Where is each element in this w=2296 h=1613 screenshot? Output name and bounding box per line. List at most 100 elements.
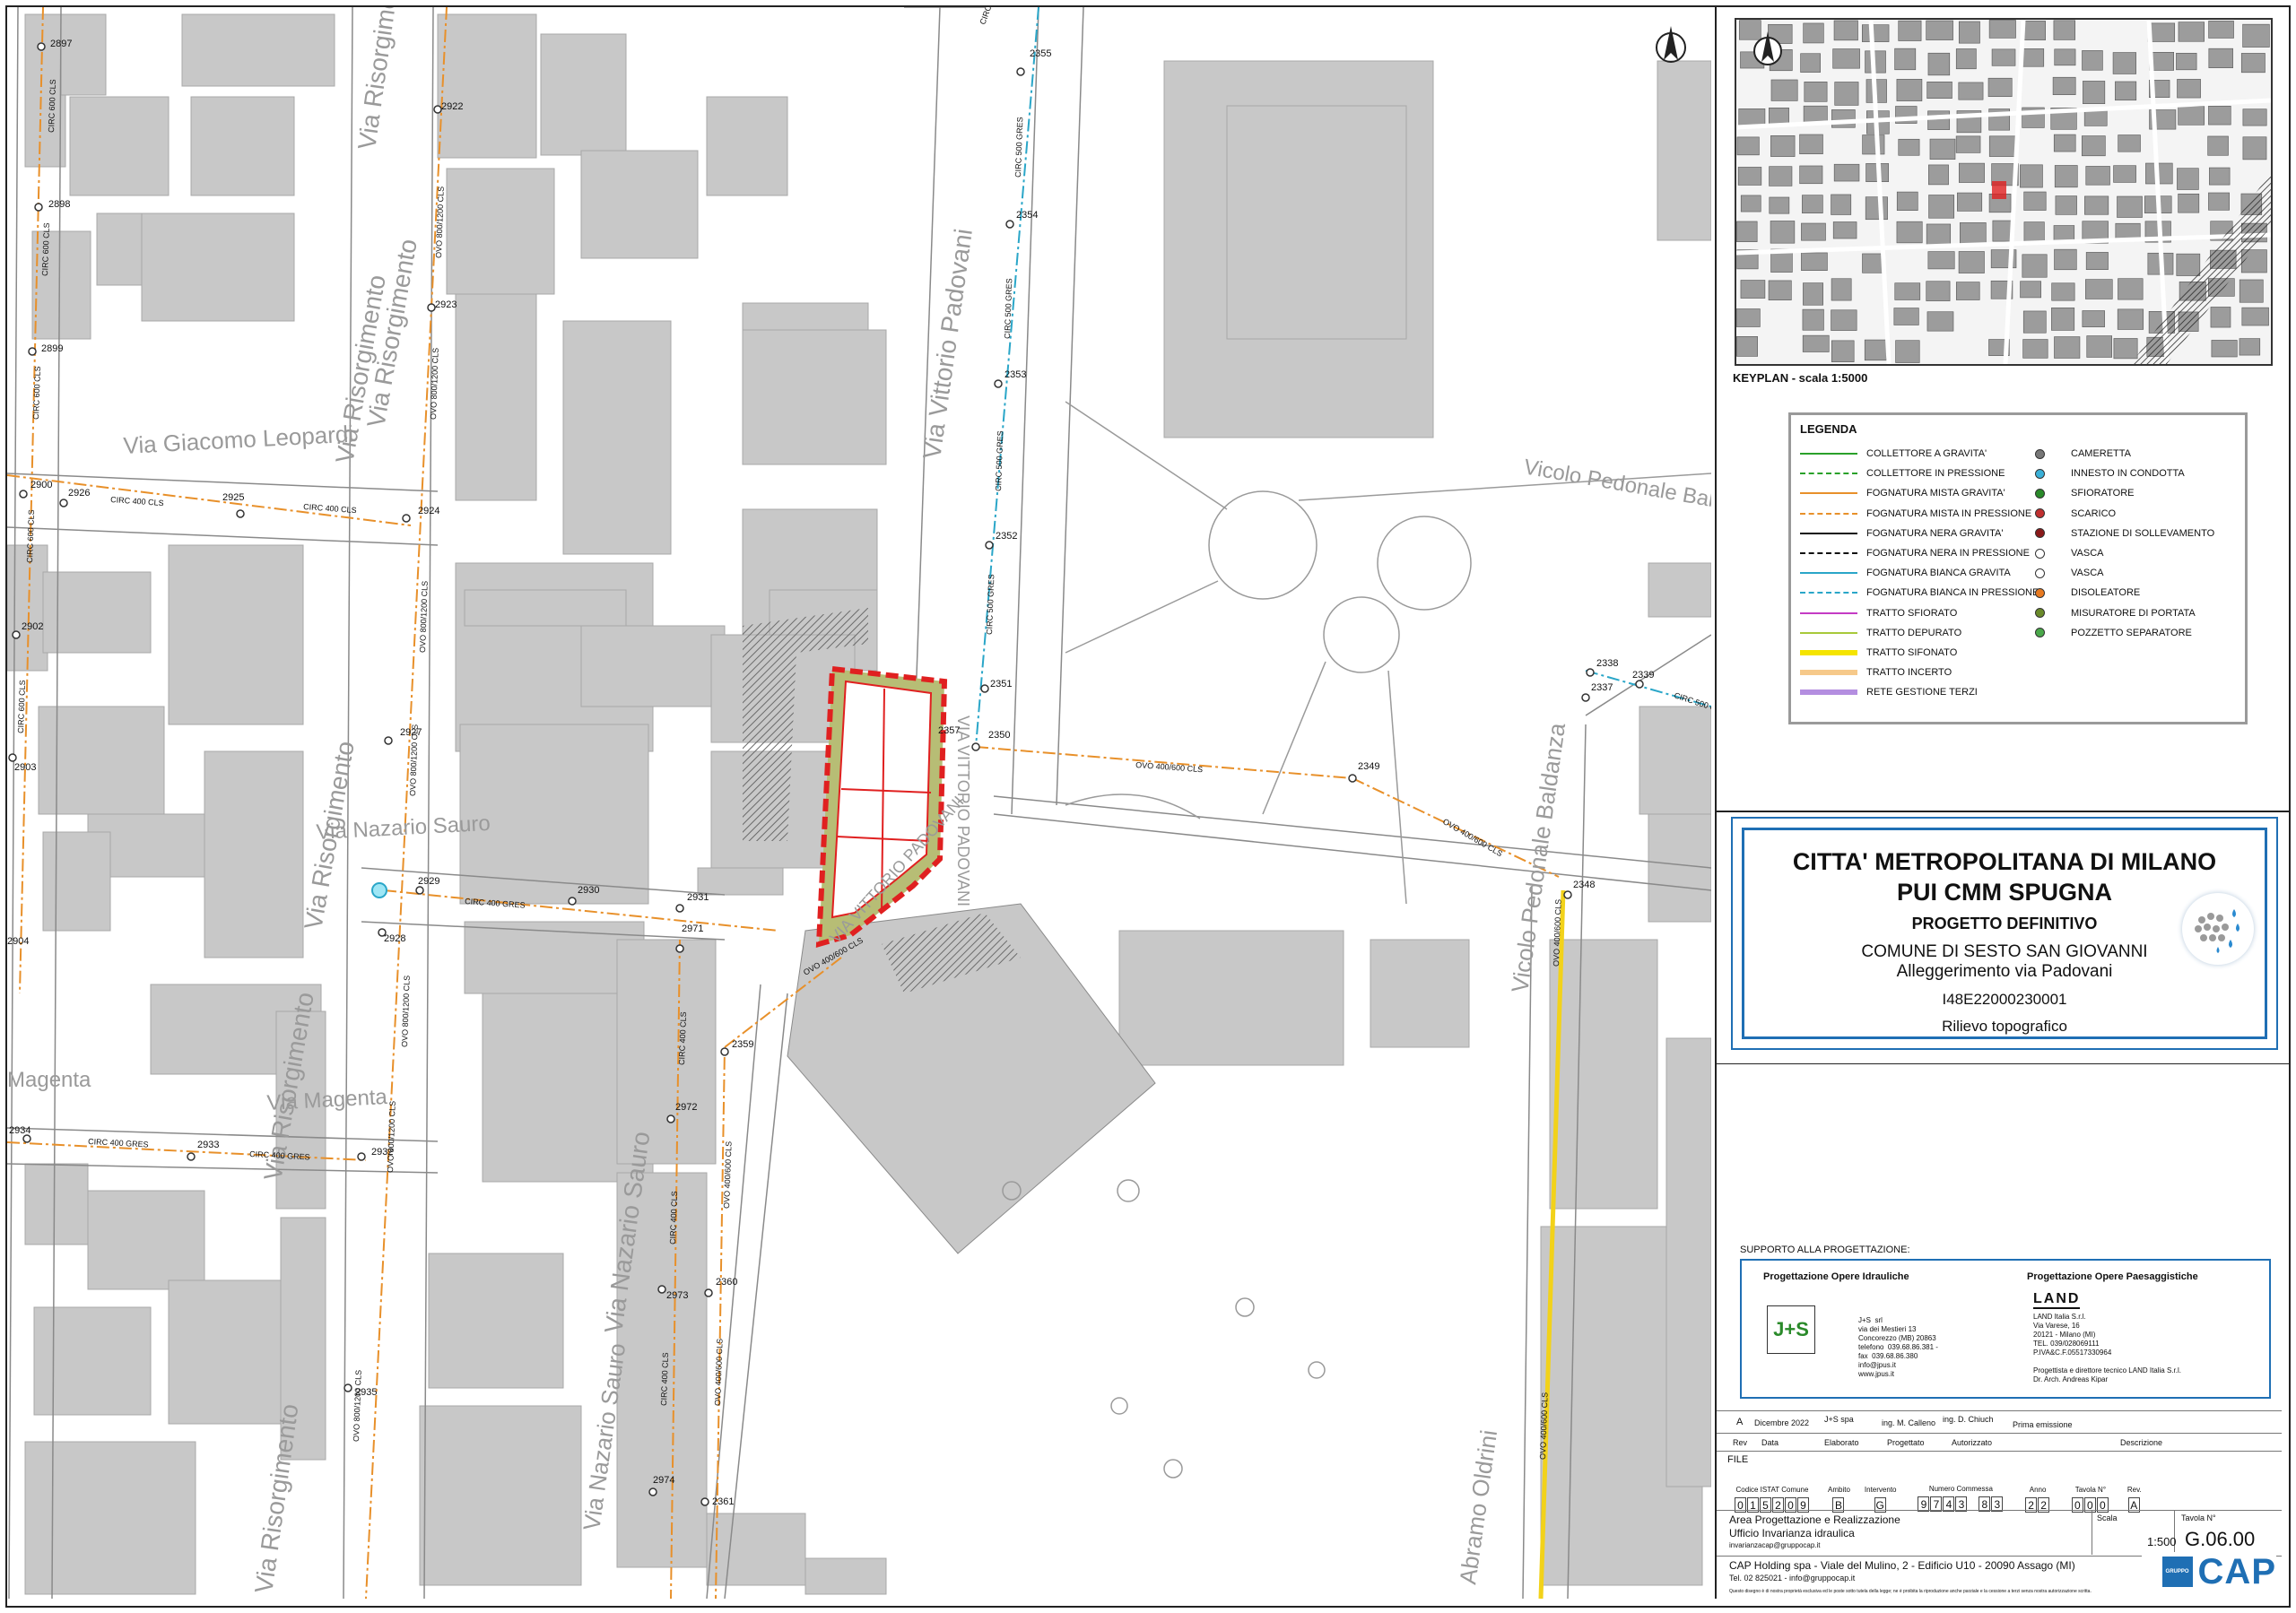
node-label: 2348	[1573, 880, 1595, 890]
rev-header-data: Data	[1761, 1438, 1779, 1447]
company-contacts: Tel. 02 825021 - info@gruppocap.it	[1729, 1574, 1856, 1583]
drawing-title: Rilievo topografico	[1942, 1018, 2067, 1035]
pipe-label: CIRC 400 CLS	[659, 1352, 670, 1406]
legend-line-swatch	[1800, 512, 1857, 515]
legend-symbol-icon	[2033, 507, 2046, 520]
land-logo: LAND	[2033, 1291, 2081, 1309]
spugna-logo-icon	[2182, 893, 2254, 965]
legend-symbol-item: STAZIONE DI SOLLEVAMENTO	[2033, 525, 2214, 542]
legend-symbol-icon	[2033, 567, 2046, 579]
legend-line-label: COLLETTORE A GRAVITA'	[1866, 448, 1987, 459]
node-label: 2897	[50, 39, 72, 49]
node-label: 2903	[14, 762, 36, 773]
node-label: 2929	[418, 876, 439, 887]
legend-line-label: TRATTO INCERTO	[1866, 667, 1952, 679]
legend-symbol-item: DISOLEATORE	[2033, 585, 2140, 601]
legend-line-swatch	[1800, 592, 1857, 594]
legend-line-item: COLLETTORE IN PRESSIONE	[1800, 465, 2005, 481]
title-inner: CITTA' METROPOLITANA DI MILANO PUI CMM S…	[1742, 828, 2267, 1039]
intervento-label: Intervento	[1864, 1486, 1897, 1494]
node-label: 2337	[1591, 682, 1613, 693]
support-label: SUPPORTO ALLA PROGETTAZIONE:	[1740, 1244, 1910, 1255]
file-code: Codice ISTAT Comune 015209 Ambito B Inte…	[1735, 1485, 2142, 1513]
legend-line-swatch	[1800, 453, 1857, 455]
legend-line-label: TRATTO SFIORATO	[1866, 607, 1958, 619]
node-label: 2353	[1004, 369, 1026, 380]
legend-line-swatch	[1800, 611, 1857, 614]
node-label: 2924	[418, 506, 439, 516]
rev-descrizione: Prima emissione	[2013, 1420, 2073, 1429]
node-label: 2349	[1358, 761, 1379, 772]
legend-symbol-item: SCARICO	[2033, 506, 2116, 522]
node-label: 2361	[712, 1496, 734, 1507]
ufficio-email: invarianzacap@gruppocap.it	[1729, 1541, 1821, 1549]
commessa-label: Numero Commessa	[1928, 1485, 1993, 1493]
legend-symbol-icon	[2033, 627, 2046, 639]
legend-symbol-label: MISURATORE DI PORTATA	[2071, 607, 2196, 619]
pipe-label: CIRC 600 CLS	[47, 79, 57, 133]
legend-line-label: FOGNATURA NERA IN PRESSIONE	[1866, 548, 2030, 559]
legend-line-item: FOGNATURA NERA IN PRESSIONE	[1800, 545, 2030, 561]
rev-header-autorizzato: Autorizzato	[1952, 1438, 1993, 1447]
innesto-symbol	[371, 882, 387, 898]
legend-line-label: COLLETTORE IN PRESSIONE	[1866, 468, 2005, 480]
tavola-label: Tavola N°	[2074, 1486, 2107, 1494]
keyplan-label: KEYPLAN - scala 1:5000	[1733, 371, 1868, 385]
istat-label: Codice ISTAT Comune	[1735, 1486, 1809, 1494]
legend-line-label: TRATTO SIFONATO	[1866, 647, 1958, 658]
legend-line-swatch	[1800, 473, 1857, 475]
node-label: 2922	[441, 101, 463, 112]
legend-symbol-label: CAMERETTA	[2071, 448, 2132, 459]
legend-line-label: FOGNATURA NERA GRAVITA'	[1866, 527, 2004, 539]
support-left-text: J+S srl via dei Mestieri 13 Concorezzo (…	[1858, 1316, 1938, 1378]
legend-symbol-label: POZZETTO SEPARATORE	[2071, 627, 2192, 638]
rev-header-rev: Rev	[1733, 1438, 1748, 1447]
disclaimer: Questo disegno è di nostra proprietà esc…	[1729, 1589, 2092, 1594]
legend-symbol-label: VASCA	[2071, 548, 2104, 559]
pipe-label: CIRC 400 CLS	[668, 1191, 679, 1244]
legend-symbol-icon	[2033, 447, 2046, 460]
legend-line-item: FOGNATURA MISTA GRAVITA'	[1800, 485, 2005, 501]
node-label: 2898	[48, 199, 70, 210]
legend-line-label: RETE GESTIONE TERZI	[1866, 687, 1978, 698]
legend: LEGENDA COLLETTORE A GRAVITA' COLLETTORE …	[1788, 412, 2248, 724]
cap-logo-square-icon: GRUPPO	[2161, 1557, 2193, 1587]
legend-line-swatch	[1800, 532, 1857, 534]
rev-progettato: ing. M. Calleno	[1882, 1418, 1936, 1427]
legend-line-item: TRATTO SFIORATO	[1800, 605, 1957, 621]
project-subject: Alleggerimento via Padovani	[1896, 962, 2113, 981]
legend-symbol-icon	[2033, 547, 2046, 559]
legend-symbol-icon	[2033, 607, 2046, 620]
panel-divider	[1717, 811, 2291, 812]
rev-header-elaborato: Elaborato	[1824, 1438, 1859, 1447]
legend-title: LEGENDA	[1800, 422, 1857, 436]
street-label: Magenta	[7, 1068, 91, 1092]
map-canvas[interactable]: Via RisorgimentoVia RisorgimentoVia Giac…	[7, 7, 1711, 1599]
pipe-label: CIRC 600 CLS	[31, 366, 42, 420]
legend-line-item: RETE GESTIONE TERZI	[1800, 684, 1978, 700]
node-label: 2357	[938, 725, 960, 736]
node-label: 2928	[384, 933, 405, 944]
separator: _	[2057, 1496, 2065, 1511]
legend-line-label: FOGNATURA BIANCA IN PRESSIONE	[1866, 587, 2039, 599]
rev-line	[1717, 1410, 2282, 1411]
support-left-title: Progettazione Opere Idrauliche	[1763, 1271, 1909, 1282]
support-right-title: Progettazione Opere Paesaggistiche	[2027, 1271, 2198, 1282]
legend-symbol-label: DISOLEATORE	[2071, 587, 2141, 599]
cap-logo: GRUPPO CAP	[2142, 1552, 2276, 1591]
legend-symbol-item: VASCA	[2033, 565, 2103, 581]
node-label: 2931	[687, 892, 709, 903]
node-label: 2933	[197, 1140, 219, 1150]
legend-line-swatch	[1800, 670, 1857, 676]
legend-line-swatch	[1800, 492, 1857, 495]
node-label: 2926	[68, 488, 90, 499]
node-label: 2352	[996, 531, 1017, 542]
separator: _	[2011, 1496, 2019, 1511]
istat-group: Codice ISTAT Comune 015209	[1735, 1486, 1810, 1513]
file-label: FILE	[1727, 1454, 1749, 1465]
legend-line-item: FOGNATURA NERA GRAVITA'	[1800, 525, 2003, 542]
keyplan-map[interactable]	[1735, 18, 2273, 366]
legend-symbol-label: SFIORATORE	[2071, 488, 2135, 499]
node-label: 2934	[9, 1125, 30, 1136]
separator: _	[1970, 1496, 1978, 1511]
